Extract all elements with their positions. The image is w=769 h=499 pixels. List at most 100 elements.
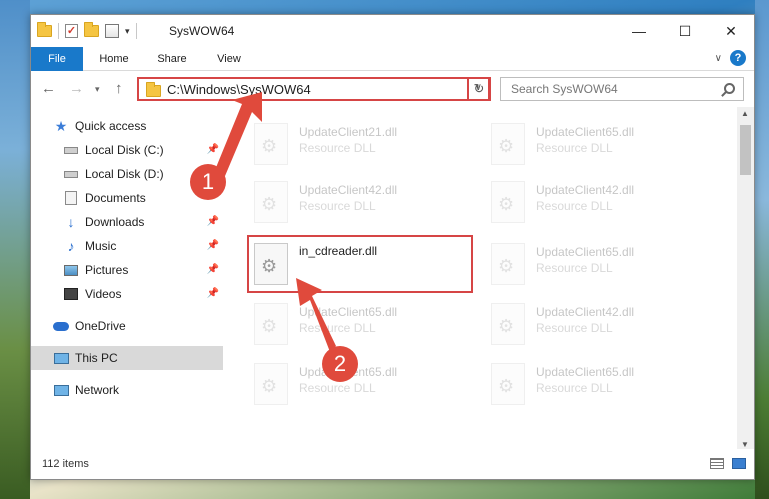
file-item[interactable]: UpdateClient65.dll Resource DLL [249,357,474,411]
sidebar-item-videos[interactable]: Videos 📌 [31,282,223,306]
minimize-button[interactable]: — [616,15,662,47]
navigation-pane: ★ Quick access Local Disk (C:) 📌 Local D… [31,107,223,451]
forward-arrow-icon[interactable]: → [69,80,84,97]
refresh-button[interactable]: ↻ [467,77,491,101]
file-item[interactable]: UpdateClient42.dll Resource DLL [486,175,711,229]
tab-file[interactable]: File [31,47,83,71]
file-type: Resource DLL [536,321,613,335]
sidebar-item-label: Videos [85,287,122,301]
file-name: UpdateClient42.dll [536,183,635,197]
file-type: Resource DLL [299,381,376,395]
large-icons-view-icon[interactable] [732,458,746,469]
search-icon[interactable] [724,83,735,94]
sidebar-item-music[interactable]: ♪ Music 📌 [31,234,223,258]
file-item[interactable]: UpdateClient65.dll Resource DLL [486,357,711,411]
highlight-box [247,235,473,293]
file-type: Resource DLL [299,141,376,155]
sidebar-item-downloads[interactable]: ↓ Downloads 📌 [31,210,223,234]
tab-share[interactable]: Share [145,47,199,71]
customize-toolbar-chevron-icon[interactable]: ▾ [125,26,130,37]
scrollbar-thumb[interactable] [740,125,751,175]
file-list: UpdateClient21.dll Resource DLL UpdateCl… [224,107,739,451]
file-item[interactable]: UpdateClient65.dll Resource DLL [486,117,711,171]
sidebar-item-label: This PC [75,351,118,365]
title-bar: ✓ ▾ SysWOW64 — ☐ ✕ [31,15,754,47]
sidebar-item-onedrive[interactable]: OneDrive [31,314,223,338]
star-icon: ★ [54,117,68,134]
step-1-badge: 1 [190,164,226,200]
status-bar: 112 items [31,449,754,479]
dll-file-icon [491,181,525,223]
file-name: UpdateClient42.dll [299,183,398,197]
sidebar-item-label: Local Disk (C:) [85,143,164,157]
scroll-down-icon[interactable]: ▼ [741,440,749,449]
pin-icon[interactable]: 📌 [207,264,219,275]
sidebar-item-network[interactable]: Network [31,378,223,402]
pin-icon[interactable]: 📌 [207,144,219,155]
file-type: Resource DLL [536,381,613,395]
file-name: UpdateClient21.dll [299,125,398,139]
sidebar-item-this-pc[interactable]: This PC [31,346,223,370]
pin-icon[interactable]: 📌 [207,216,219,227]
explorer-window: ✓ ▾ SysWOW64 — ☐ ✕ File Home Share View … [30,14,755,480]
back-arrow-icon[interactable]: ← [41,80,56,97]
recent-locations-chevron-icon[interactable]: ▾ [95,84,100,95]
search-placeholder: Search SysWOW64 [511,82,618,96]
desktop-background-right [755,0,769,499]
window-controls: — ☐ ✕ [616,15,754,47]
help-icon[interactable]: ? [730,50,746,66]
item-count: 112 items [42,458,89,470]
folder-icon [37,22,52,37]
quick-access-toolbar: ✓ ▾ [37,22,137,39]
up-arrow-icon[interactable]: ↑ [115,80,123,97]
refresh-icon: ↻ [473,81,485,96]
address-path[interactable]: C:\Windows\SysWOW64 [167,82,311,97]
disk-icon [63,167,79,181]
file-name: UpdateClient65.dll [536,245,635,259]
dll-file-icon [254,303,288,345]
expand-ribbon-chevron-icon[interactable]: ∨ [715,53,722,64]
navigation-bar: ← → ▾ ↑ C:\Windows\SysWOW64 ∨ ↻ Search S… [31,72,754,106]
file-item[interactable]: UpdateClient21.dll Resource DLL [249,117,474,171]
dll-file-icon [254,363,288,405]
videos-icon [63,287,79,301]
ribbon-tabs: File Home Share View ∨ ? [31,47,754,71]
properties-check-icon[interactable]: ✓ [65,24,78,38]
documents-icon [63,191,79,205]
this-pc-icon [53,351,69,365]
file-item[interactable]: UpdateClient42.dll Resource DLL [249,175,474,229]
file-item[interactable]: UpdateClient65.dll Resource DLL [486,237,711,291]
pin-icon[interactable]: 📌 [207,288,219,299]
file-item[interactable]: UpdateClient42.dll Resource DLL [486,297,711,351]
file-type: Resource DLL [536,261,613,275]
ribbon-controls: ∨ ? [715,50,746,66]
new-folder-icon[interactable] [84,22,99,37]
file-name: UpdateClient42.dll [536,305,635,319]
close-button[interactable]: ✕ [708,15,754,47]
dll-file-icon [254,123,288,165]
sidebar-item-quick-access[interactable]: ★ Quick access [31,114,223,138]
file-type: Resource DLL [536,141,613,155]
tab-view[interactable]: View [205,47,253,71]
vertical-scrollbar[interactable]: ▲ ▼ [737,107,754,451]
file-name: UpdateClient65.dll [536,365,635,379]
sidebar-item-pictures[interactable]: Pictures 📌 [31,258,223,282]
sidebar-item-local-disk-c[interactable]: Local Disk (C:) 📌 [31,138,223,162]
sidebar-item-label: Pictures [85,263,129,277]
tab-home[interactable]: Home [89,47,139,71]
dll-file-icon [491,363,525,405]
scroll-up-icon[interactable]: ▲ [741,109,749,118]
pin-icon[interactable]: 📌 [207,240,219,251]
music-icon: ♪ [67,238,75,254]
pictures-icon [63,263,79,277]
search-input[interactable]: Search SysWOW64 [500,77,744,101]
properties-icon[interactable] [105,24,119,38]
dll-file-icon [491,123,525,165]
window-title: SysWOW64 [169,24,235,38]
sidebar-item-label: Quick access [75,119,147,133]
address-bar[interactable]: C:\Windows\SysWOW64 ∨ [137,77,490,101]
file-name: UpdateClient65.dll [536,125,635,139]
maximize-button[interactable]: ☐ [662,15,708,47]
details-view-icon[interactable] [710,458,724,469]
file-item[interactable]: UpdateClient65.dll Resource DLL [249,297,474,351]
